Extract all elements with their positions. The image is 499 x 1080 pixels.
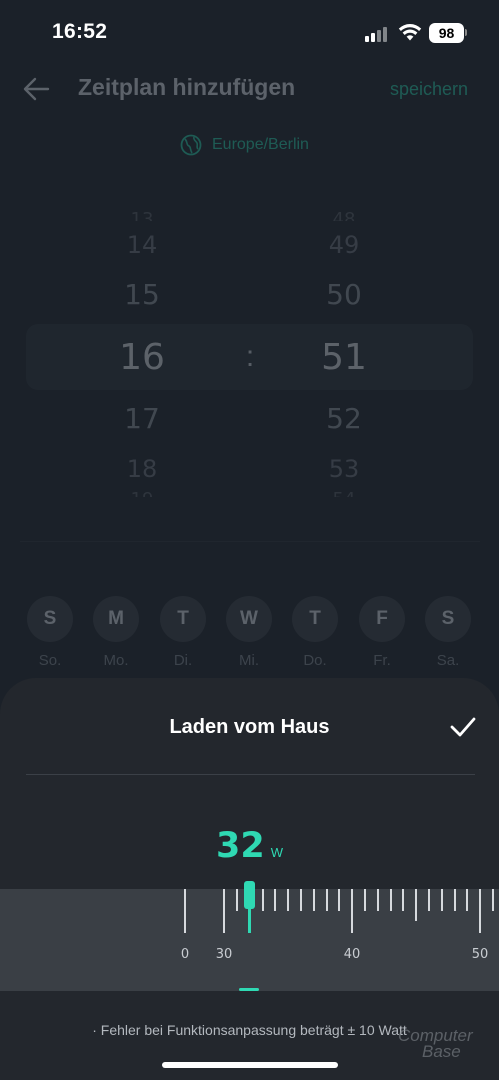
ruler-label: 50 (471, 947, 489, 962)
globe-icon (180, 134, 202, 156)
hour-option[interactable]: 17 (112, 402, 172, 435)
hour-option[interactable]: 18 (112, 455, 172, 483)
ruler-tick (479, 889, 481, 933)
day-label: Sa. (436, 652, 460, 669)
ruler-tick (390, 889, 392, 911)
hour-option[interactable]: 13 (112, 209, 172, 221)
day-toggle-thursday[interactable]: T Do. (292, 596, 338, 669)
ruler-tick (184, 889, 186, 933)
save-button[interactable]: speichern (390, 79, 468, 100)
hour-option[interactable]: 15 (112, 278, 172, 311)
sheet-divider (26, 774, 475, 775)
ruler-tick (236, 889, 238, 911)
day-toggle-tuesday[interactable]: T Di. (160, 596, 206, 669)
ruler-tick (454, 889, 456, 911)
day-circle: T (160, 596, 206, 642)
day-circle: S (27, 596, 73, 642)
ruler-tick (274, 889, 276, 911)
sheet-title: Laden vom Haus (169, 716, 330, 738)
ruler-tick (466, 889, 468, 911)
hour-option[interactable]: 19 (112, 489, 172, 497)
page-title: Zeitplan hinzufügen (78, 74, 296, 100)
day-label: Fr. (373, 652, 391, 669)
day-label: Mi. (239, 652, 259, 669)
minute-option[interactable]: 49 (314, 231, 374, 259)
ruler-tick (338, 889, 340, 911)
day-circle: M (93, 596, 139, 642)
day-toggle-monday[interactable]: M Mo. (93, 596, 139, 669)
ruler-label: 40 (343, 947, 361, 962)
ruler-tick (351, 889, 353, 933)
scroll-indicator (239, 988, 259, 991)
day-circle: S (425, 596, 471, 642)
day-toggle-friday[interactable]: F Fr. (359, 596, 405, 669)
minute-option[interactable]: 52 (314, 402, 374, 435)
ruler-tick (313, 889, 315, 911)
confirm-check-icon[interactable] (449, 715, 477, 739)
wifi-icon (398, 24, 422, 41)
day-label: Di. (173, 652, 193, 669)
cellular-signal-icon (365, 26, 391, 42)
watermark-line: Base (422, 1042, 461, 1061)
watermark-logo: Computer Base (392, 1027, 492, 1068)
ruler-label: 30 (215, 947, 233, 962)
hour-option[interactable]: 14 (112, 231, 172, 259)
time-picker[interactable]: 13 14 15 16 17 18 19 : 48 49 50 51 52 53… (0, 205, 499, 500)
power-ruler-slider[interactable]: 0 30 40 50 (0, 889, 499, 991)
ruler-tick (415, 889, 417, 921)
ruler-tick (402, 889, 404, 911)
selected-hour[interactable]: 16 (112, 337, 172, 378)
power-value: 32 (216, 826, 265, 866)
power-unit: W (270, 845, 283, 860)
ruler-tick (326, 889, 328, 911)
time-separator: : (245, 340, 255, 373)
home-indicator[interactable] (162, 1062, 338, 1068)
minute-option[interactable]: 54 (314, 489, 374, 497)
battery-indicator: 98 (429, 23, 464, 43)
ruler-tick (223, 889, 225, 933)
ruler-tick (377, 889, 379, 911)
day-toggle-wednesday[interactable]: W Mi. (226, 596, 272, 669)
day-circle: T (292, 596, 338, 642)
selected-minute[interactable]: 51 (314, 337, 374, 378)
day-label: So. (38, 652, 62, 669)
day-toggle-sunday[interactable]: S So. (27, 596, 73, 669)
day-label: Mo. (103, 652, 129, 669)
status-bar: 16:52 98 (0, 0, 499, 66)
timezone-label: Europe/Berlin (212, 136, 309, 153)
ruler-tick (364, 889, 366, 911)
divider (20, 541, 480, 542)
ruler-tick (492, 889, 494, 911)
ruler-tick (300, 889, 302, 911)
ruler-tick (249, 889, 251, 911)
ruler-tick (441, 889, 443, 911)
back-arrow-icon[interactable] (22, 76, 50, 102)
day-toggle-saturday[interactable]: S Sa. (425, 596, 471, 669)
minute-option[interactable]: 53 (314, 455, 374, 483)
day-label: Do. (303, 652, 327, 669)
minute-option[interactable]: 48 (314, 209, 374, 221)
battery-tip (465, 29, 467, 36)
ruler-tick (428, 889, 430, 911)
ruler-tick (262, 889, 264, 911)
minute-option[interactable]: 50 (314, 278, 374, 311)
day-circle: F (359, 596, 405, 642)
timezone-selector[interactable]: Europe/Berlin (180, 134, 309, 156)
power-value-display: 32 W (0, 826, 499, 866)
day-circle: W (226, 596, 272, 642)
ruler-tick (287, 889, 289, 911)
status-time: 16:52 (52, 20, 108, 43)
ruler-label: 0 (180, 947, 190, 962)
